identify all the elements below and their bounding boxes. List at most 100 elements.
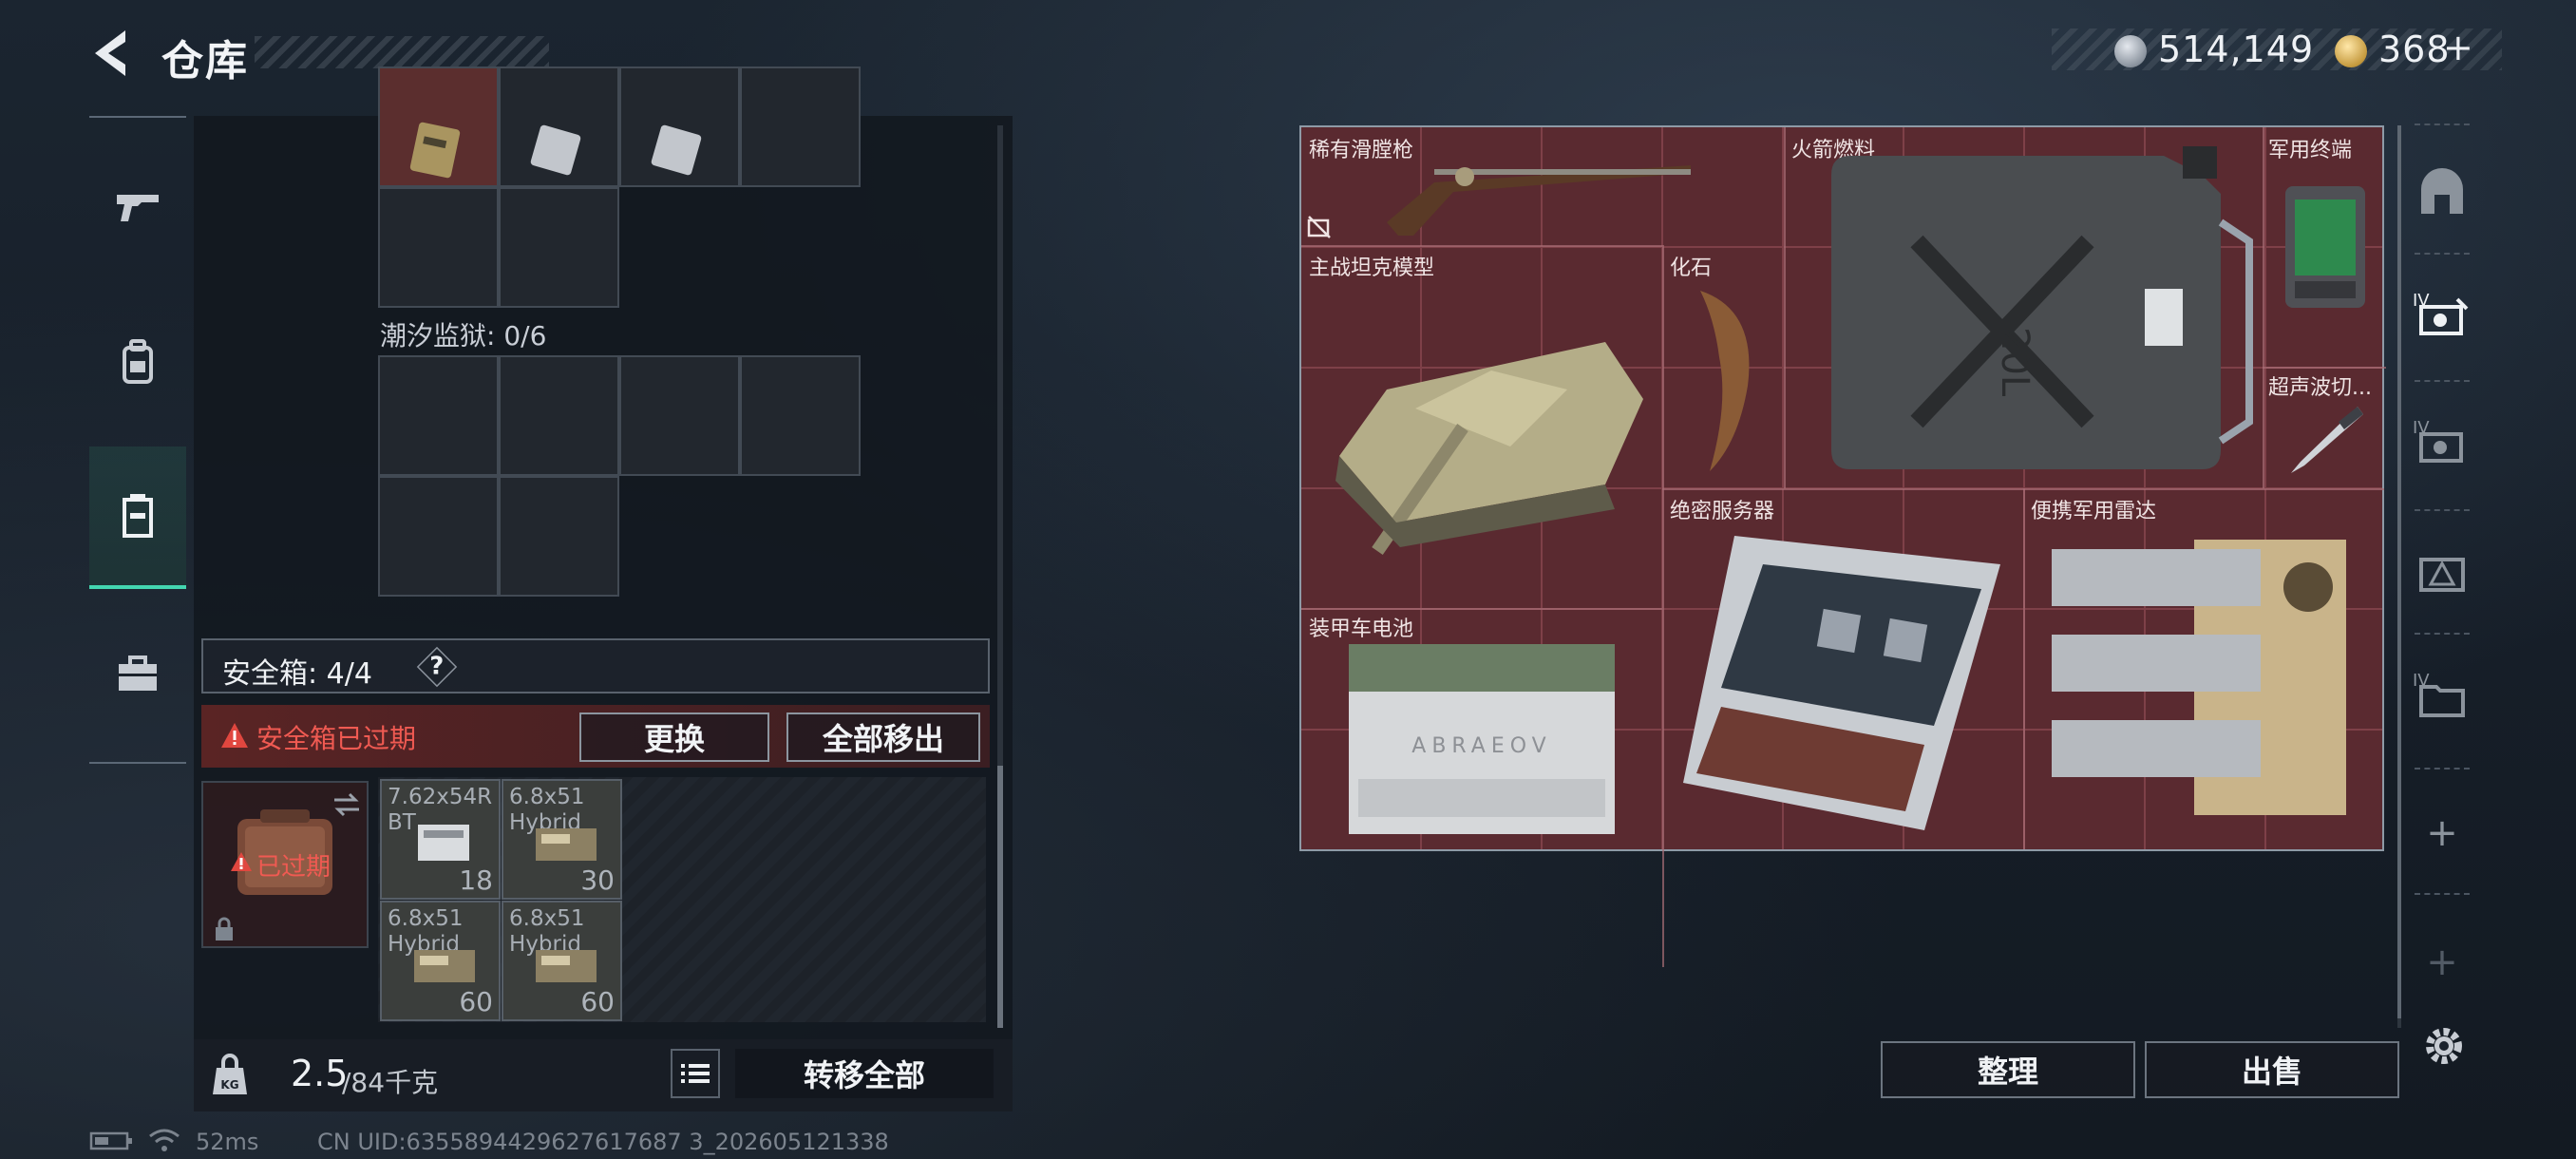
cutter-icon — [2291, 407, 2363, 473]
add-currency-button[interactable]: + — [2443, 27, 2474, 68]
tier-label: IV — [2413, 418, 2430, 438]
grid-cell[interactable] — [378, 476, 499, 597]
safebox-bar: 安全箱: 4/4 ? — [201, 638, 990, 694]
ammo-box-icon — [414, 950, 475, 982]
title-decoration — [255, 36, 549, 68]
sort-button[interactable]: 整理 — [1881, 1041, 2135, 1098]
ammo-cell[interactable]: 7.62x54R BT 18 — [380, 779, 501, 900]
right-nav-tier-4-a[interactable]: IV — [2413, 287, 2472, 346]
grid-cell[interactable] — [499, 355, 619, 476]
chevron-left-icon — [95, 30, 125, 76]
transfer-all-button[interactable]: 转移全部 — [735, 1049, 994, 1098]
weight-current: 2.5 — [291, 1053, 349, 1094]
gear-icon — [2426, 1028, 2462, 1064]
ammo-cell[interactable]: 6.8x51 Hybrid 60 — [502, 901, 622, 1021]
warning-icon — [221, 723, 248, 748]
stash-item-military-terminal[interactable]: 军用终端 — [2263, 127, 2384, 367]
user-uid: CN UID:6355894429627617687 3_20260512133… — [317, 1129, 889, 1155]
right-nav-tier-4-c[interactable] — [2413, 542, 2472, 600]
grid-cell-item[interactable] — [619, 66, 740, 187]
ammo-box-icon — [536, 950, 597, 982]
stash-item-rocket-fuel[interactable]: 火箭燃料 20L — [1784, 127, 2263, 488]
briefcase-icon — [119, 656, 157, 691]
grid-cell[interactable] — [378, 355, 499, 476]
nav-storage[interactable] — [89, 446, 186, 589]
stash-item-fossil[interactable]: 化石 — [1662, 247, 1784, 486]
ammo-quantity: 18 — [459, 864, 493, 896]
item-label: 主战坦克模型 — [1309, 256, 1435, 280]
ammo-box-icon — [418, 825, 469, 861]
expired-tag: 已过期 — [256, 853, 331, 882]
item-label: 化石 — [1670, 256, 1713, 280]
ammo-box-icon — [536, 828, 597, 861]
wifi-icon — [149, 1129, 180, 1151]
list-icon — [681, 1064, 710, 1083]
stash-scrollbar-thumb[interactable] — [2397, 125, 2401, 1018]
right-nav-tier-4-d[interactable]: IV — [2413, 667, 2472, 726]
battery-icon: ABRAEOV — [1349, 644, 1615, 834]
right-nav-add[interactable]: + — [2413, 804, 2472, 863]
item-label: 军用终端 — [2268, 139, 2353, 162]
musket-icon — [1387, 165, 1691, 236]
settings-button[interactable] — [2418, 1020, 2470, 1072]
left-scrollbar-thumb[interactable] — [997, 766, 1003, 1028]
grid-cell[interactable] — [740, 66, 861, 187]
gold-amount: 368 — [2378, 28, 2451, 70]
stash-item-vehicle-battery[interactable]: 装甲车电池 ABRAEOV — [1301, 608, 1662, 849]
nav-gear[interactable] — [89, 291, 186, 433]
jerrycan-text: 20L — [1993, 327, 2036, 397]
weight-max: /84千克 — [342, 1067, 439, 1098]
item-label: 便携军用雷达 — [2031, 500, 2157, 523]
grid-cell[interactable] — [740, 355, 861, 476]
grid-cell-item[interactable] — [378, 66, 499, 187]
grid-cell[interactable] — [378, 187, 499, 308]
back-button[interactable] — [87, 27, 137, 80]
stash-item-secret-server[interactable]: 绝密服务器 — [1662, 488, 2023, 849]
ammo-cell[interactable]: 6.8x51 Hybrid 30 — [502, 779, 622, 900]
shelter-icon — [2421, 168, 2463, 214]
terminal-icon — [2285, 186, 2365, 308]
safebox-label: 安全箱: 4/4 — [222, 657, 372, 691]
swap-icon — [334, 792, 359, 817]
nav-weapons[interactable] — [89, 135, 186, 277]
prison-grid — [378, 355, 861, 597]
server-icon — [1683, 536, 2000, 830]
container-label: 潮汐监狱: 0/6 — [380, 320, 547, 352]
gold-coin-icon — [2335, 35, 2367, 67]
stash-item-portable-radar[interactable]: 便携军用雷达 — [2023, 488, 2384, 849]
move-all-out-button[interactable]: 全部移出 — [786, 712, 980, 762]
silver-coin-icon — [2114, 35, 2147, 67]
ammo-quantity: 60 — [459, 986, 493, 1017]
help-button[interactable]: ? — [416, 646, 458, 688]
grid-cell-item[interactable] — [499, 66, 619, 187]
help-icon: ? — [429, 653, 445, 681]
right-nav-tier-4-b[interactable]: IV — [2413, 414, 2472, 473]
item-label: 超声波切... — [2268, 376, 2372, 400]
radar-icon — [2052, 540, 2346, 815]
right-nav-add-disabled: + — [2426, 940, 2458, 984]
grid-cell[interactable] — [499, 187, 619, 308]
stash-item-tank-model[interactable]: 主战坦克模型 — [1301, 247, 1662, 608]
stash-item-musket[interactable]: 稀有滑膛枪 — [1301, 127, 1782, 245]
expired-warning-bar: 安全箱已过期 更换 全部移出 — [201, 705, 990, 768]
grid-cell[interactable] — [499, 476, 619, 597]
safebox-grid: 7.62x54R BT 18 6.8x51 Hybrid 30 6.8x51 H… — [378, 777, 986, 1022]
replace-button[interactable]: 更换 — [579, 712, 769, 762]
stash-item-ultrasonic-cutter[interactable]: 超声波切... — [2263, 367, 2384, 486]
list-view-button[interactable] — [671, 1049, 720, 1098]
item-label: 绝密服务器 — [1670, 500, 1775, 523]
ammo-quantity: 30 — [580, 864, 615, 896]
weight-icon: KG — [213, 1054, 247, 1094]
fossil-claw-icon — [1700, 291, 1750, 471]
backpack-icon — [123, 339, 153, 384]
nav-toolkit[interactable] — [89, 602, 186, 745]
lock-disabled-icon — [1307, 216, 1331, 238]
right-nav-shelter[interactable] — [2413, 163, 2472, 222]
safebox-slot[interactable]: 已过期 — [201, 781, 369, 948]
page-title: 仓库 — [161, 37, 249, 86]
sell-button[interactable]: 出售 — [2145, 1041, 2399, 1098]
card-item-icon — [409, 122, 461, 179]
stash-grid: 稀有滑膛枪 火箭燃料 20L 军用终端 主战坦克模型 化石 超声波切... 绝密… — [1299, 125, 2386, 967]
ammo-cell[interactable]: 6.8x51 Hybrid 60 — [380, 901, 501, 1021]
grid-cell[interactable] — [619, 355, 740, 476]
